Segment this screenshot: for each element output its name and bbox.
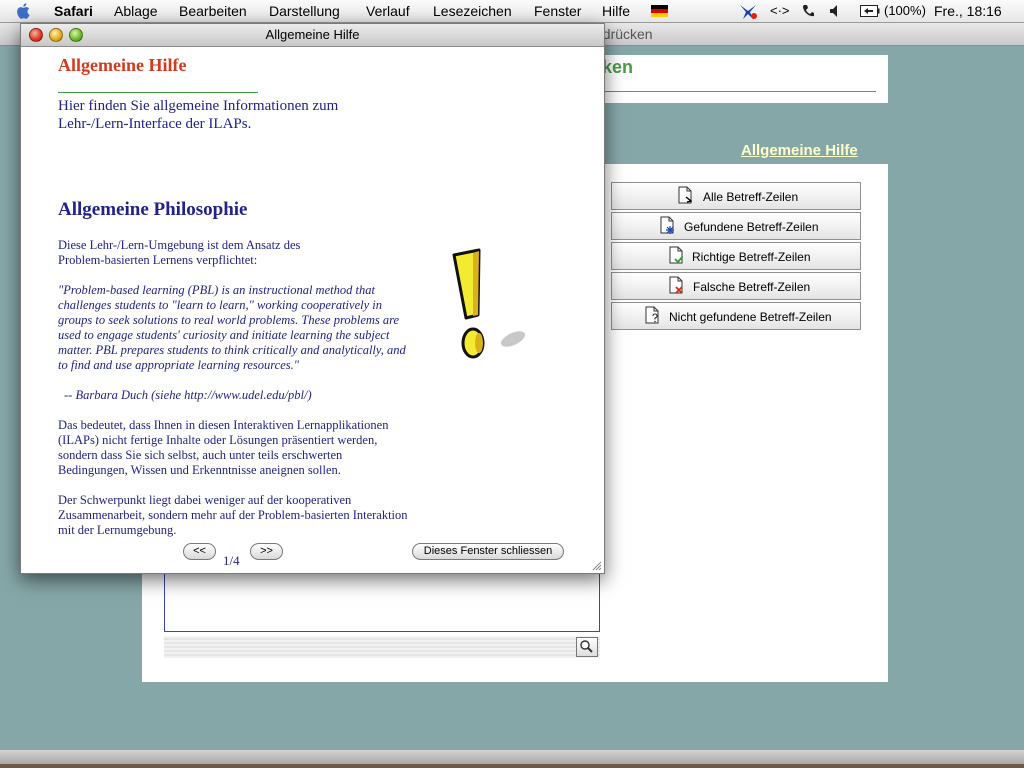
bottom-window-edge (0, 750, 1024, 768)
document-cross-icon (669, 276, 683, 294)
help-heading: Allgemeine Hilfe (58, 55, 187, 75)
document-star-icon (660, 216, 674, 234)
menu-bearbeiten[interactable]: Bearbeiten (179, 2, 247, 20)
script-menu-icon[interactable] (738, 2, 758, 20)
phone-icon[interactable] (801, 4, 815, 18)
focus-paragraph: Der Schwerpunkt liegt dabei weniger auf … (58, 493, 408, 537)
correct-subject-lines-label: Richtige Betreff-Zeilen (692, 250, 811, 264)
popup-window-title: Allgemeine Hilfe (265, 27, 360, 42)
battery-icon[interactable] (860, 5, 880, 17)
help-popup-window: Allgemeine Hilfe Allgemeine Hilfe Hier f… (20, 23, 605, 574)
menu-safari[interactable]: Safari (54, 2, 93, 20)
found-subject-lines-button[interactable]: Gefundene Betreff-Zeilen (611, 212, 861, 240)
apple-menu-icon[interactable] (15, 1, 33, 21)
ilap-explanation-paragraph: Das bedeutet, dass Ihnen in diesen Inter… (58, 418, 389, 477)
philosophy-heading: Allgemeine Philosophie (58, 199, 248, 220)
document-check-icon (669, 246, 683, 264)
menu-fenster[interactable]: Fenster (534, 2, 581, 20)
battery-percentage: (100%) (884, 3, 926, 18)
menu-verlauf[interactable]: Verlauf (366, 2, 410, 20)
next-page-button[interactable]: >> (250, 543, 283, 560)
pbl-quote: "Problem-based learning (PBL) is an inst… (58, 283, 406, 372)
popup-titlebar[interactable]: Allgemeine Hilfe (21, 24, 604, 47)
close-help-window-button[interactable]: Dieses Fenster schliessen (412, 543, 564, 560)
general-help-link[interactable]: Allgemeine Hilfe (741, 142, 858, 159)
resize-grip-icon[interactable] (592, 561, 602, 571)
menu-hilfe[interactable]: Hilfe (602, 2, 630, 20)
exclamation-mark-icon (452, 248, 526, 359)
all-subject-lines-button[interactable]: Alle Betreff-Zeilen (611, 182, 861, 210)
help-intro-text: Hier finden Sie allgemeine Informationen… (58, 98, 339, 132)
german-flag-icon[interactable] (651, 5, 668, 17)
page-indicator: 1/4 (223, 553, 240, 568)
magnifier-icon (580, 640, 593, 653)
not-found-subject-lines-label: Nicht gefundene Betreff-Zeilen (669, 310, 832, 324)
heading-divider (58, 92, 258, 93)
desktop-strip (0, 764, 1024, 768)
background-heading-rule (592, 91, 876, 92)
filter-button-list: Alle Betreff-Zeilen Gefundene Betreff-Ze… (611, 182, 861, 332)
correct-subject-lines-button[interactable]: Richtige Betreff-Zeilen (611, 242, 861, 270)
menu-ablage[interactable]: Ablage (114, 2, 158, 20)
network-sync-icon[interactable]: <·> (770, 2, 790, 20)
wrong-subject-lines-label: Falsche Betreff-Zeilen (693, 280, 811, 294)
menu-clock[interactable]: Fre., 18:16 (934, 2, 1002, 20)
document-arrow-icon (678, 186, 692, 204)
quote-source: -- Barbara Duch (siehe http://www.udel.e… (64, 388, 312, 402)
popup-content: Allgemeine Hilfe Hier finden Sie allgeme… (21, 47, 604, 573)
volume-icon[interactable] (829, 4, 843, 18)
not-found-subject-lines-button[interactable]: Nicht gefundene Betreff-Zeilen (611, 302, 861, 330)
document-question-icon (645, 306, 659, 324)
menu-lesezeichen[interactable]: Lesezeichen (433, 2, 512, 20)
wrong-subject-lines-button[interactable]: Falsche Betreff-Zeilen (611, 272, 861, 300)
philosophy-intro-paragraph: Diese Lehr-/Lern-Umgebung ist dem Ansatz… (58, 238, 301, 267)
background-search-bar (164, 636, 600, 658)
previous-page-button[interactable]: << (183, 543, 216, 560)
all-subject-lines-label: Alle Betreff-Zeilen (703, 190, 799, 204)
background-text-area[interactable] (164, 569, 600, 632)
found-subject-lines-label: Gefundene Betreff-Zeilen (684, 220, 819, 234)
menu-darstellung[interactable]: Darstellung (269, 2, 340, 20)
magnifier-button[interactable] (576, 637, 598, 657)
menu-bar: Safari Ablage Bearbeiten Darstellung Ver… (0, 0, 1024, 23)
background-header-panel: cken (590, 55, 888, 103)
